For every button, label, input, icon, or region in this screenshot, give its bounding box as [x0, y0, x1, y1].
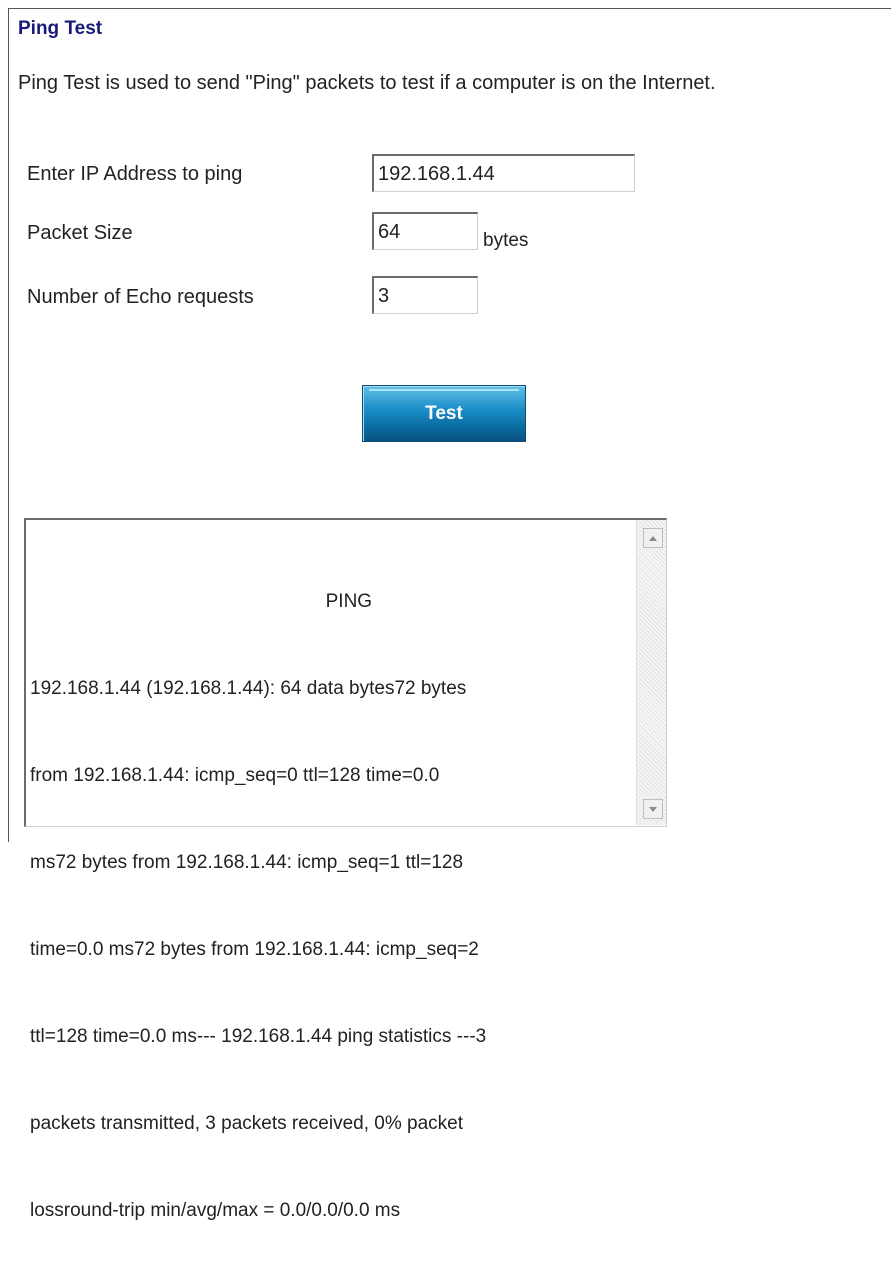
output-line: lossround-trip min/avg/max = 0.0/0.0/0.0… [30, 1200, 401, 1221]
ping-output-text: PING 192.168.1.44 (192.168.1.44): 64 dat… [30, 529, 635, 1283]
packet-size-unit: bytes [483, 230, 529, 251]
frame-top-border [8, 8, 891, 9]
ping-output-textarea[interactable]: PING 192.168.1.44 (192.168.1.44): 64 dat… [24, 518, 667, 1221]
output-line: ttl=128 time=0.0 ms--- 192.168.1.44 ping… [30, 1026, 487, 1047]
arrow-down-icon [649, 806, 657, 812]
ip-address-label: Enter IP Address to ping [27, 163, 243, 185]
button-highlight [369, 389, 519, 391]
echo-requests-label: Number of Echo requests [27, 286, 254, 308]
packet-size-label: Packet Size [27, 222, 133, 244]
scroll-down-button[interactable] [643, 799, 663, 819]
arrow-up-icon [649, 535, 657, 541]
output-scrollbar[interactable] [636, 520, 666, 825]
page-title: Ping Test [18, 18, 103, 39]
output-line: time=0.0 ms72 bytes from 192.168.1.44: i… [30, 939, 479, 960]
page-description: Ping Test is used to send "Ping" packets… [18, 72, 716, 94]
output-line: from 192.168.1.44: icmp_seq=0 ttl=128 ti… [30, 765, 440, 786]
scroll-up-button[interactable] [643, 528, 663, 548]
test-button[interactable]: Test [362, 385, 526, 442]
output-line: PING [30, 591, 373, 612]
test-button-label: Test [425, 402, 463, 424]
output-line: packets transmitted, 3 packets received,… [30, 1113, 463, 1134]
echo-requests-input[interactable]: 3 [372, 276, 478, 314]
frame-left-border [8, 8, 9, 842]
ip-address-input[interactable]: 192.168.1.44 [372, 154, 635, 192]
output-line: ms72 bytes from 192.168.1.44: icmp_seq=1… [30, 852, 464, 873]
output-line: 192.168.1.44 (192.168.1.44): 64 data byt… [30, 678, 467, 699]
packet-size-input[interactable]: 64 [372, 212, 478, 250]
